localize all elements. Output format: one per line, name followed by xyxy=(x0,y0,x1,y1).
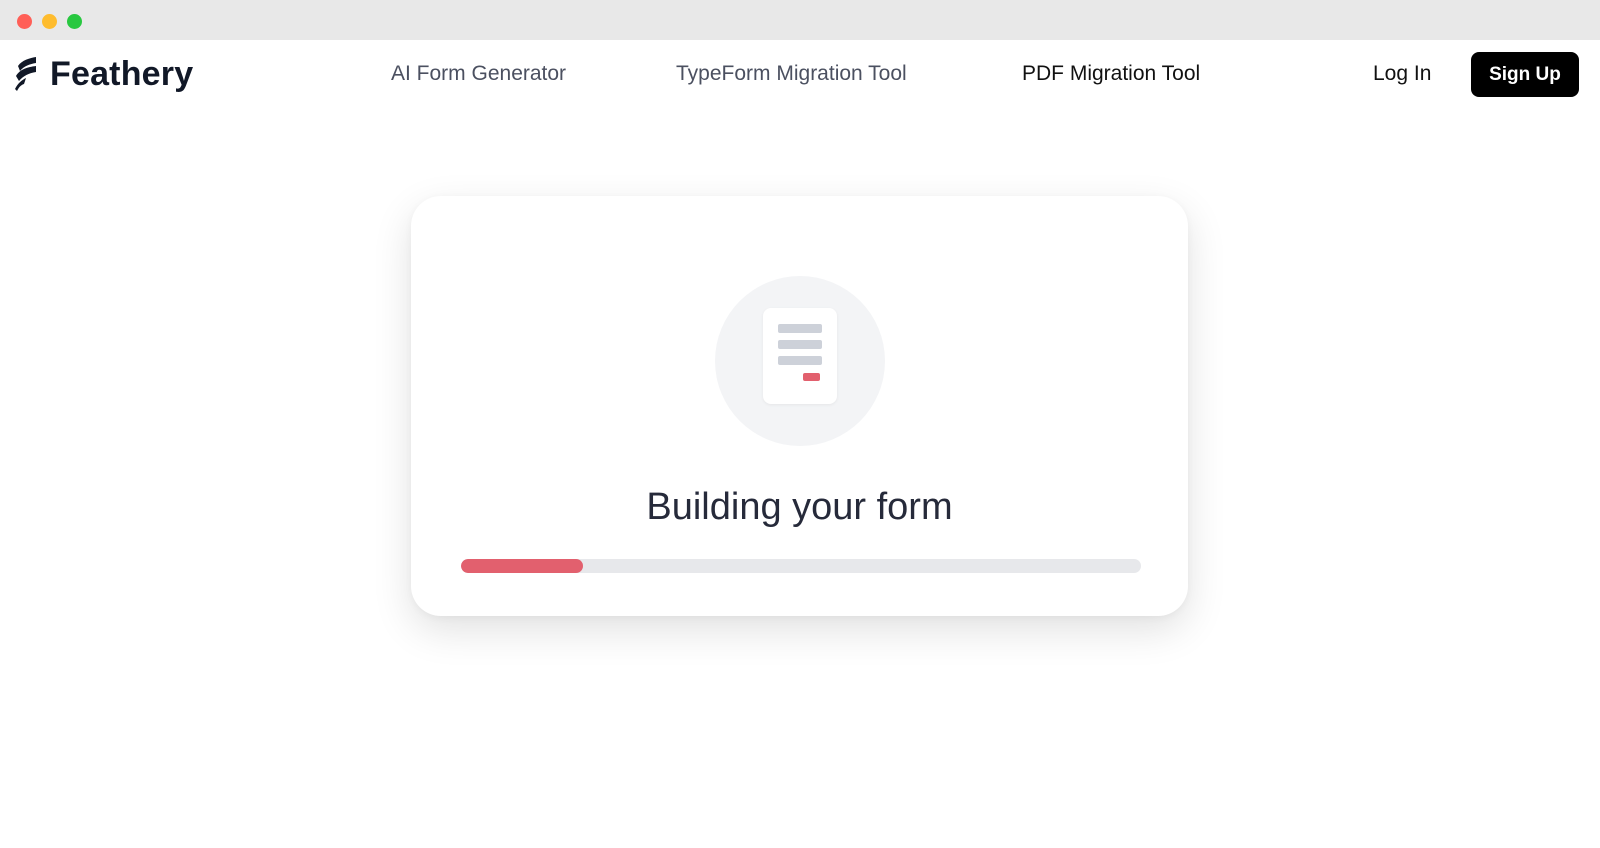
document-line xyxy=(778,340,822,349)
login-link[interactable]: Log In xyxy=(1373,62,1431,86)
brand-logo-link[interactable]: Feathery xyxy=(14,54,193,94)
nav-pdf-migration-tool[interactable]: PDF Migration Tool xyxy=(1022,62,1200,86)
document-illustration xyxy=(715,276,885,446)
brand-name: Feathery xyxy=(50,54,194,93)
building-status-title: Building your form xyxy=(646,486,953,528)
signup-button[interactable]: Sign Up xyxy=(1471,52,1579,97)
window-close-button[interactable] xyxy=(17,14,32,29)
document-icon xyxy=(763,308,837,404)
top-navbar: Feathery AI Form Generator TypeForm Migr… xyxy=(0,40,1600,110)
document-line xyxy=(778,356,822,365)
window-minimize-button[interactable] xyxy=(42,14,57,29)
nav-ai-form-generator[interactable]: AI Form Generator xyxy=(391,62,566,86)
window-titlebar xyxy=(0,0,1600,40)
document-line xyxy=(778,324,822,333)
document-accent-mark xyxy=(803,373,820,381)
feather-logo-icon xyxy=(15,57,36,91)
building-form-card: Building your form xyxy=(411,196,1188,616)
progress-bar-fill xyxy=(461,559,584,573)
progress-bar-track xyxy=(461,559,1141,573)
nav-typeform-migration-tool[interactable]: TypeForm Migration Tool xyxy=(676,62,907,86)
window-maximize-button[interactable] xyxy=(67,14,82,29)
